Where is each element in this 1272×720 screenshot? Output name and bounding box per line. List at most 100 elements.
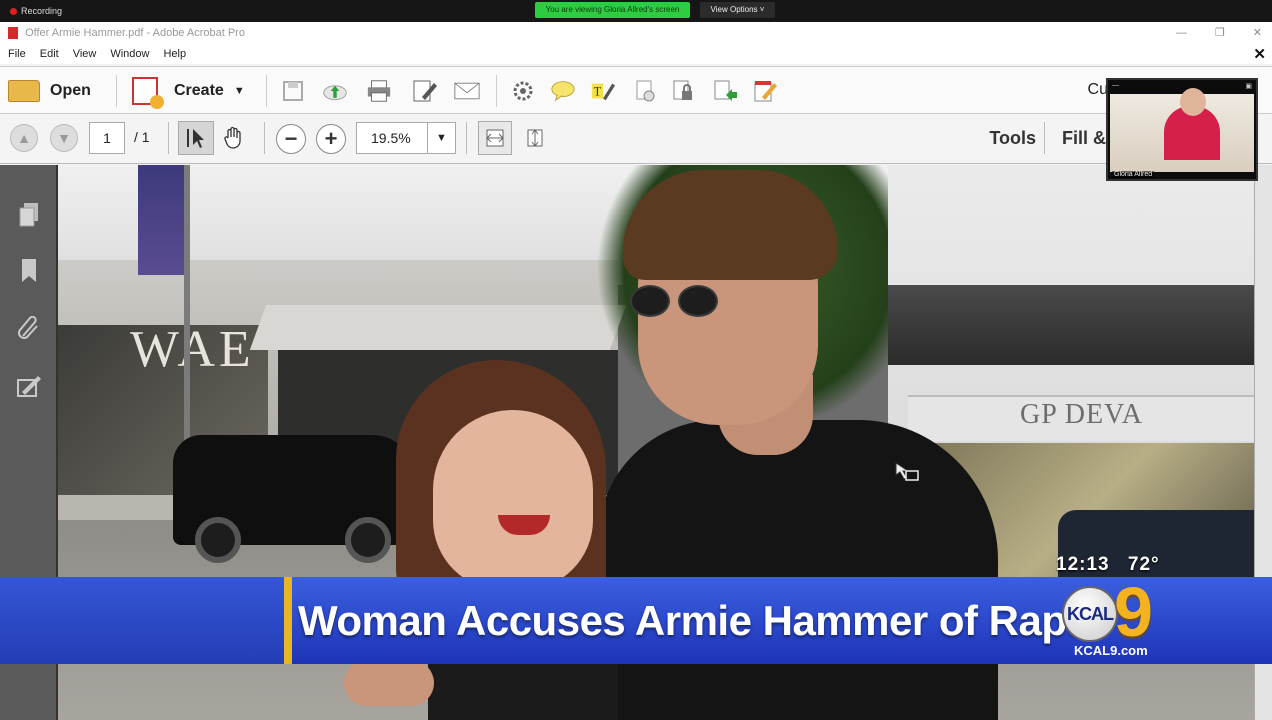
zoom-in-icon[interactable]: + <box>316 124 346 154</box>
comment-bubble-icon[interactable] <box>550 79 576 103</box>
select-tool-icon[interactable] <box>178 121 214 155</box>
fit-page-icon[interactable] <box>478 121 512 155</box>
photo-man-shirt <box>598 420 998 720</box>
chevron-down-icon[interactable]: ▼ <box>427 123 455 153</box>
signatures-icon[interactable] <box>16 373 42 401</box>
settings-gear-icon[interactable] <box>510 79 536 103</box>
window-controls: — ❐ ✕ <box>1176 22 1262 44</box>
pdf-file-icon <box>8 27 18 40</box>
screen-share-banner: You are viewing Gloria Allred's screen <box>535 2 690 18</box>
zoom-out-icon[interactable]: − <box>276 124 306 154</box>
station-logo-number: 9 <box>1114 573 1153 651</box>
maximize-button[interactable]: ❐ <box>1215 22 1225 44</box>
participant-controls: — ▣ <box>1112 82 1252 92</box>
wheel <box>345 517 391 563</box>
photo-awning <box>249 305 627 350</box>
highlight-text-icon[interactable]: T <box>590 79 616 103</box>
participant-head <box>1180 88 1206 116</box>
participant-video-thumbnail[interactable]: — ▣ Gloria Allred <box>1106 78 1258 181</box>
chevron-down-icon: ▼ <box>233 85 245 97</box>
toolbar-divider <box>168 122 169 154</box>
email-icon[interactable] <box>454 79 480 103</box>
toolbar-divider <box>1044 122 1045 154</box>
zoom-level-select[interactable]: 19.5% ▼ <box>356 122 456 154</box>
photo-banner-flag <box>138 165 184 275</box>
photo-hand <box>344 660 434 706</box>
save-icon[interactable] <box>280 79 306 103</box>
photo-lamp-pole <box>184 165 190 455</box>
view-options-button[interactable]: View Options ˅ <box>700 2 775 18</box>
print-icon[interactable] <box>366 79 392 103</box>
toolbar-divider <box>496 75 497 107</box>
create-pdf-icon <box>132 77 164 109</box>
photo-man-hair <box>623 170 838 280</box>
station-logo: KCAL 9 <box>1062 573 1172 651</box>
next-page-icon[interactable]: ▼ <box>50 124 78 152</box>
protect-lock-icon[interactable] <box>670 79 696 103</box>
window-titlebar: Offer Armie Hammer.pdf - Adobe Acrobat P… <box>0 22 1272 44</box>
menu-window[interactable]: Window <box>110 48 149 60</box>
tools-pane-link[interactable]: Tools <box>989 128 1036 149</box>
open-label: Open <box>50 82 91 99</box>
zoom-level-value: 19.5% <box>371 130 411 146</box>
screenshot-stage: Recording You are viewing Gloria Allred'… <box>0 0 1272 720</box>
edit-document-icon[interactable] <box>412 79 438 103</box>
cloud-upload-icon[interactable] <box>322 79 348 103</box>
photo-black-suv <box>173 435 413 563</box>
previous-page-icon[interactable]: ▲ <box>10 124 38 152</box>
photo-store-sign: WAE <box>130 321 255 378</box>
customize-label-partial[interactable]: Cu <box>1088 81 1108 99</box>
lens <box>678 285 718 317</box>
expand-video-icon[interactable]: ▣ <box>1245 82 1252 92</box>
broadcast-time: 12:13 <box>1056 554 1110 575</box>
create-button[interactable]: Create ▼ <box>132 75 245 109</box>
station-url: KCAL9.com <box>1074 643 1148 658</box>
minimize-button[interactable]: — <box>1176 22 1187 44</box>
fit-width-icon[interactable] <box>518 121 552 155</box>
page-thumbnails-icon[interactable] <box>16 201 42 229</box>
zoom-top-bar: Recording You are viewing Gloria Allred'… <box>0 0 1272 22</box>
open-button[interactable]: Open <box>8 75 91 107</box>
window-title: Offer Armie Hammer.pdf - Adobe Acrobat P… <box>25 27 245 39</box>
news-headline: Woman Accuses Armie Hammer of Rape <box>298 597 1090 644</box>
page-number-input[interactable]: 1 <box>89 122 125 154</box>
svg-text:T: T <box>594 85 602 99</box>
recording-label: Recording <box>21 6 63 16</box>
menu-view[interactable]: View <box>73 48 97 60</box>
create-label: Create <box>174 82 224 99</box>
close-document-button[interactable]: ✕ <box>1253 45 1266 63</box>
photo-right-canopy <box>888 285 1254 365</box>
station-logo-disc: KCAL <box>1062 586 1118 642</box>
redact-icon[interactable] <box>632 79 658 103</box>
main-toolbar: Open Create ▼ T Cu <box>0 66 1272 114</box>
page-total-label: / 1 <box>134 129 150 145</box>
minimize-video-icon[interactable]: — <box>1112 82 1119 92</box>
sign-document-icon[interactable] <box>752 79 778 103</box>
wheel <box>195 517 241 563</box>
chyron-accent-bar <box>284 577 292 664</box>
menu-help[interactable]: Help <box>163 48 186 60</box>
export-pdf-icon[interactable] <box>712 79 738 103</box>
chyron-left-panel <box>0 577 284 664</box>
photo-building-sign: GP DEVA <box>1020 399 1143 430</box>
navigation-toolbar: ▲ ▼ 1 / 1 − + 19.5% ▼ Tools Fill & <box>0 114 1272 164</box>
bookmarks-icon[interactable] <box>16 257 42 285</box>
folder-icon <box>8 80 40 102</box>
menu-file[interactable]: File <box>8 48 26 60</box>
photo-sunglasses <box>630 285 730 321</box>
toolbar-divider <box>264 122 265 154</box>
hand-tool-icon[interactable] <box>222 126 246 156</box>
fill-sign-pane-link[interactable]: Fill & <box>1062 128 1106 149</box>
toolbar-divider <box>266 75 267 107</box>
toolbar-divider <box>116 75 117 107</box>
attachments-paperclip-icon[interactable] <box>16 315 42 343</box>
participant-name: Gloria Allred <box>1112 171 1155 178</box>
window-close-button[interactable]: ✕ <box>1253 22 1262 44</box>
mouse-cursor-icon <box>894 461 920 489</box>
photo-woman-face <box>433 410 593 590</box>
menu-edit[interactable]: Edit <box>40 48 59 60</box>
lens <box>630 285 670 317</box>
recording-indicator: Recording <box>10 6 62 16</box>
menu-bar: File Edit View Window Help ✕ <box>0 44 1272 64</box>
record-dot-icon <box>10 7 17 15</box>
